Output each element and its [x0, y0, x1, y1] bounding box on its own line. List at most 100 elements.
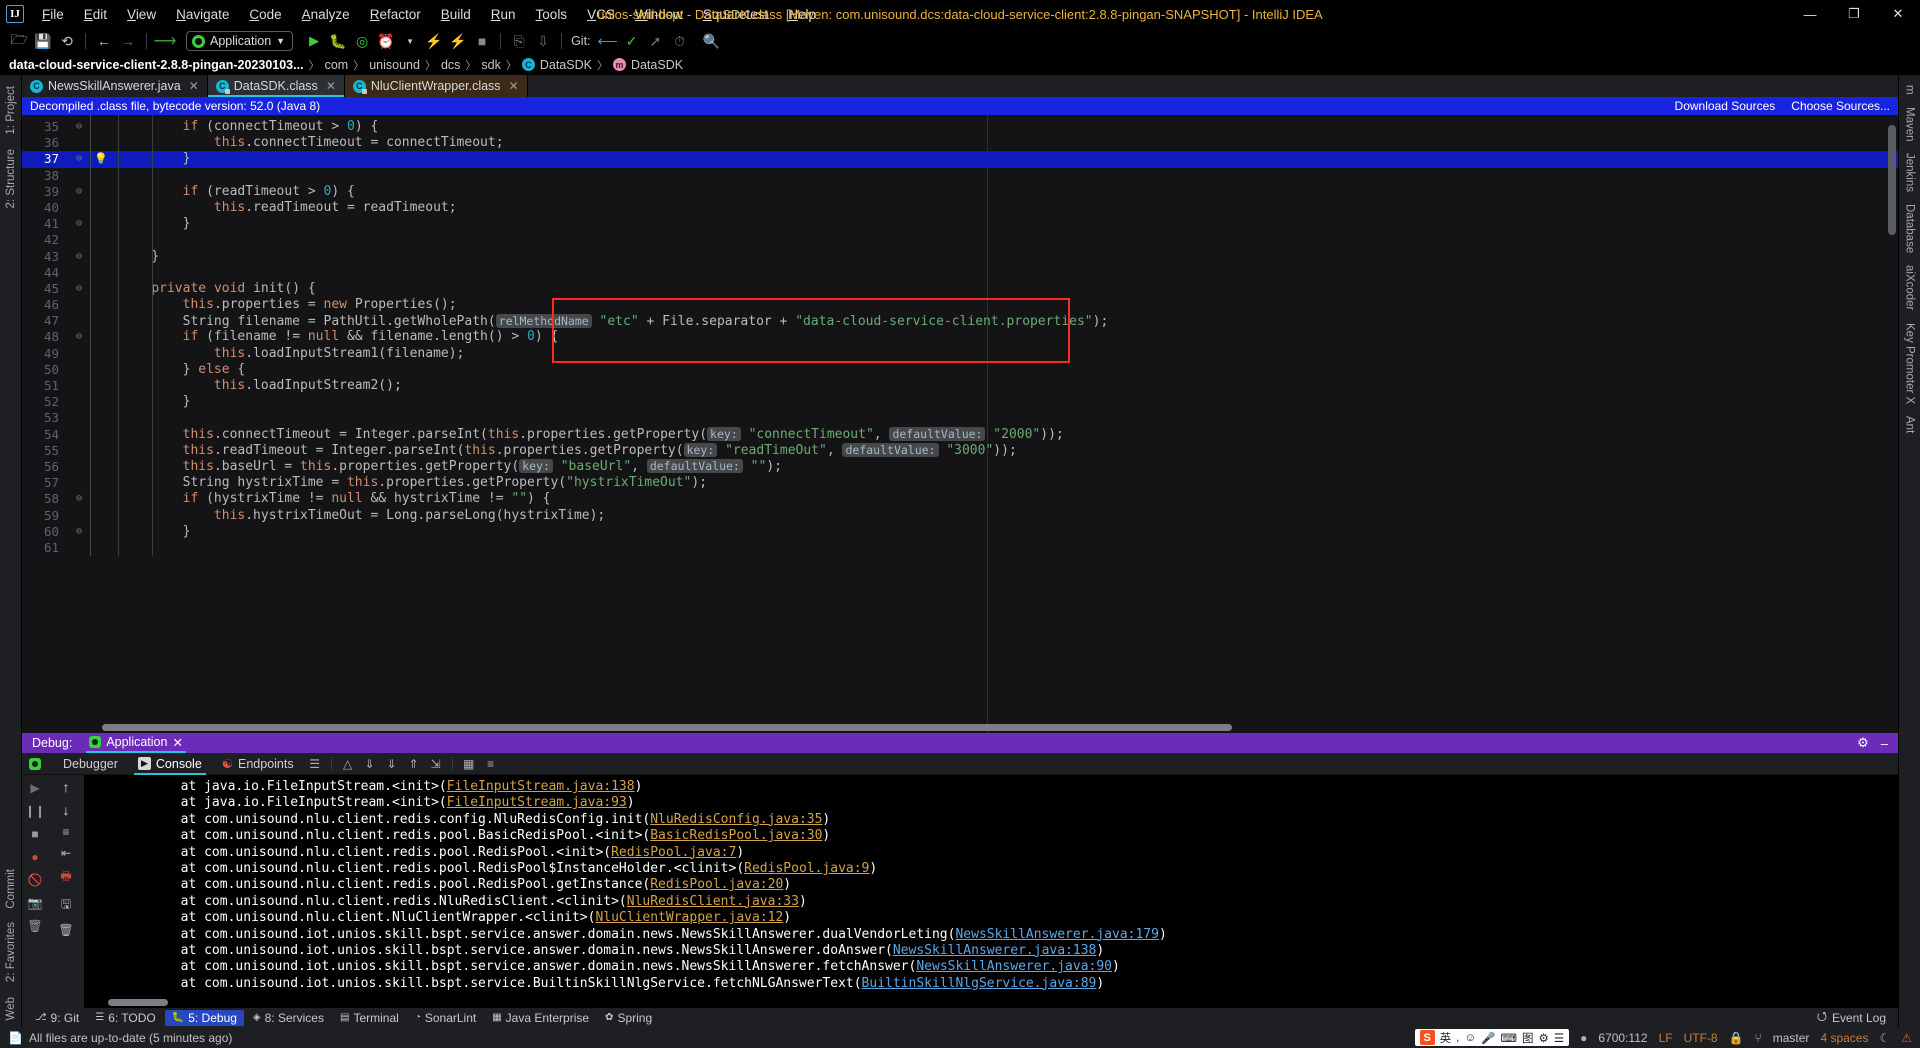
open-folder-icon[interactable]: 🗁: [8, 30, 30, 52]
code-line[interactable]: 52 }: [22, 394, 1898, 410]
search-icon[interactable]: 🔍: [701, 30, 723, 52]
breadcrumb-item-member[interactable]: DataSDK: [631, 58, 683, 72]
menu-item-squaretest[interactable]: Squaretest: [693, 4, 778, 25]
git-commit-check-icon[interactable]: ✓: [621, 30, 643, 52]
stack-frame-link[interactable]: FileInputStream.java:138: [447, 779, 635, 794]
scroll-down-icon[interactable]: ↓: [63, 802, 70, 818]
rail-item-key-promoter-x[interactable]: Key Promoter X: [1904, 317, 1916, 410]
comma-icon[interactable]: ,: [1456, 1032, 1459, 1044]
resume-icon[interactable]: ▶: [25, 778, 45, 798]
table-icon[interactable]: ▦: [458, 753, 480, 775]
editor-tab-nluclientwrapper-class[interactable]: C NluClientWrapper.class ✕: [344, 75, 528, 97]
editor-horizontal-scrollbar[interactable]: [22, 723, 1898, 733]
inspection-icon[interactable]: ⚠: [1901, 1031, 1912, 1045]
menu-item-build[interactable]: Build: [431, 4, 481, 25]
view-breakpoints-icon[interactable]: 🚫: [25, 870, 45, 890]
undo-icon[interactable]: ⟶: [154, 30, 177, 52]
caret-position[interactable]: 6700:112: [1598, 1031, 1647, 1045]
menu-item-help[interactable]: Help: [778, 4, 826, 25]
menu-item-edit[interactable]: Edit: [74, 4, 117, 25]
filter-icon[interactable]: ≡: [480, 753, 502, 775]
code-line[interactable]: 40 this.readTimeout = readTimeout;: [22, 200, 1898, 216]
menu-item-window[interactable]: Window: [625, 4, 693, 25]
code-line[interactable]: 61: [22, 540, 1898, 556]
rail-item-web[interactable]: Web: [3, 990, 19, 1027]
fold-toggle-icon[interactable]: ⊖: [68, 184, 90, 200]
console-horizontal-scrollbar[interactable]: [84, 998, 1898, 1008]
rail-item-1--project[interactable]: 1: Project: [3, 79, 19, 142]
fold-toggle-icon[interactable]: ⊖: [68, 491, 90, 507]
stack-frame-link[interactable]: RedisPool.java:9: [744, 861, 869, 876]
download-sources-link[interactable]: Download Sources: [1675, 99, 1776, 113]
ime-indicator[interactable]: S 英 , ☺ 🎤 ⌨ 图 ⚙ ☰: [1414, 1029, 1570, 1046]
layout-icon[interactable]: ☰: [304, 753, 326, 775]
smiley-icon[interactable]: ☺: [1464, 1032, 1476, 1044]
choose-sources-link[interactable]: Choose Sources...: [1791, 99, 1890, 113]
run-icon[interactable]: ▶: [303, 30, 325, 52]
stack-frame-link[interactable]: NluRedisClient.java:33: [627, 894, 799, 909]
menu-item-code[interactable]: Code: [239, 4, 291, 25]
menu-item-view[interactable]: View: [117, 4, 166, 25]
breadcrumb-item-unisound[interactable]: unisound: [369, 58, 420, 72]
notifications-icon[interactable]: ☾: [1879, 1031, 1890, 1045]
editor-vertical-scroll-thumb[interactable]: [1888, 125, 1896, 235]
close-button[interactable]: ✕: [1876, 0, 1920, 28]
code-line[interactable]: 35 ⊖ if (connectTimeout > 0) {: [22, 119, 1898, 135]
mic-icon[interactable]: 🎤: [1481, 1031, 1495, 1045]
indent-setting[interactable]: 4 spaces: [1820, 1031, 1868, 1045]
stack-frame-link[interactable]: BasicRedisPool.java:30: [650, 828, 822, 843]
fold-toggle-icon[interactable]: ⊖: [68, 329, 90, 345]
bottom-tab-sonarlint[interactable]: ◔ SonarLint: [408, 1010, 483, 1026]
breadcrumb-item-class[interactable]: DataSDK: [540, 58, 592, 72]
code-lines[interactable]: 35 ⊖ if (connectTimeout > 0) {36 this.con…: [22, 115, 1898, 557]
rail-item-commit[interactable]: Commit: [3, 862, 19, 916]
stack-frame-link[interactable]: BuiltinSkillNlgService.java:89: [862, 976, 1097, 991]
keyboard-icon[interactable]: ⌨: [1500, 1031, 1517, 1045]
menu-item-vcs[interactable]: VCS: [577, 4, 625, 25]
breadcrumb-item-dcs[interactable]: dcs: [441, 58, 460, 72]
scroll-to-top-icon[interactable]: △: [337, 753, 359, 775]
code-line[interactable]: 39 ⊖ if (readTimeout > 0) {: [22, 184, 1898, 200]
minimize-button[interactable]: —: [1788, 0, 1832, 28]
debug-icon[interactable]: 🐛: [327, 30, 349, 52]
close-icon[interactable]: ✕: [172, 735, 182, 750]
fold-toggle-icon[interactable]: ⊖: [68, 281, 90, 297]
profile-icon[interactable]: ⏰: [375, 30, 397, 52]
breadcrumb-item-sdk[interactable]: sdk: [481, 58, 500, 72]
rail-item-maven[interactable]: Maven: [1904, 101, 1916, 148]
run-coverage-icon[interactable]: ◎: [351, 30, 373, 52]
read-only-icon[interactable]: ●: [1580, 1031, 1587, 1045]
code-line[interactable]: 56 this.baseUrl = this.properties.getPro…: [22, 459, 1898, 475]
soft-wrap-icon[interactable]: ⇲: [425, 753, 447, 775]
close-icon[interactable]: ✕: [189, 79, 199, 93]
git-pull-icon[interactable]: ⟵: [597, 30, 619, 52]
pause-icon[interactable]: ❙❙: [25, 801, 45, 821]
rail-item-aixcoder[interactable]: aiXcoder: [1904, 259, 1916, 316]
bottom-tab-spring[interactable]: ✿ Spring: [598, 1010, 659, 1026]
fold-toggle-icon[interactable]: ⊖: [68, 249, 90, 265]
stack-frame-link[interactable]: RedisPool.java:7: [611, 845, 736, 860]
update-project-icon[interactable]: ⎘: [508, 30, 530, 52]
stack-frame-link[interactable]: FileInputStream.java:93: [447, 795, 627, 810]
clear-all-icon[interactable]: 🗑: [58, 923, 73, 937]
camera-icon[interactable]: 📷: [25, 893, 45, 913]
menu-item-analyze[interactable]: Analyze: [292, 4, 360, 25]
step-up-icon[interactable]: ⇑: [403, 753, 425, 775]
forward-arrow-icon[interactable]: →: [117, 30, 139, 52]
tab-console[interactable]: ▶ Console: [128, 753, 212, 775]
bottom-tab-8--services[interactable]: ◈ 8: Services: [246, 1010, 331, 1026]
git-branch[interactable]: master: [1773, 1031, 1810, 1045]
rail-item-2--structure[interactable]: 2: Structure: [3, 142, 19, 215]
code-line[interactable]: 54 this.connectTimeout = Integer.parseIn…: [22, 427, 1898, 443]
bottom-tab-java-enterprise[interactable]: ▦ Java Enterprise: [485, 1010, 596, 1026]
save-icon[interactable]: 💾: [32, 30, 54, 52]
code-line[interactable]: 49 this.loadInputStream1(filename);: [22, 346, 1898, 362]
code-line[interactable]: 53: [22, 410, 1898, 426]
back-arrow-icon[interactable]: ←: [93, 30, 115, 52]
editor-vertical-scrollbar[interactable]: [1886, 115, 1898, 733]
close-icon[interactable]: ✕: [326, 79, 336, 93]
code-line[interactable]: 42: [22, 232, 1898, 248]
breadcrumb-root[interactable]: data-cloud-service-client-2.8.8-pingan-2…: [9, 58, 304, 72]
stack-frame-link[interactable]: NewsSkillAnswerer.java:138: [893, 943, 1097, 958]
editor-horizontal-scroll-thumb[interactable]: [102, 724, 1232, 731]
